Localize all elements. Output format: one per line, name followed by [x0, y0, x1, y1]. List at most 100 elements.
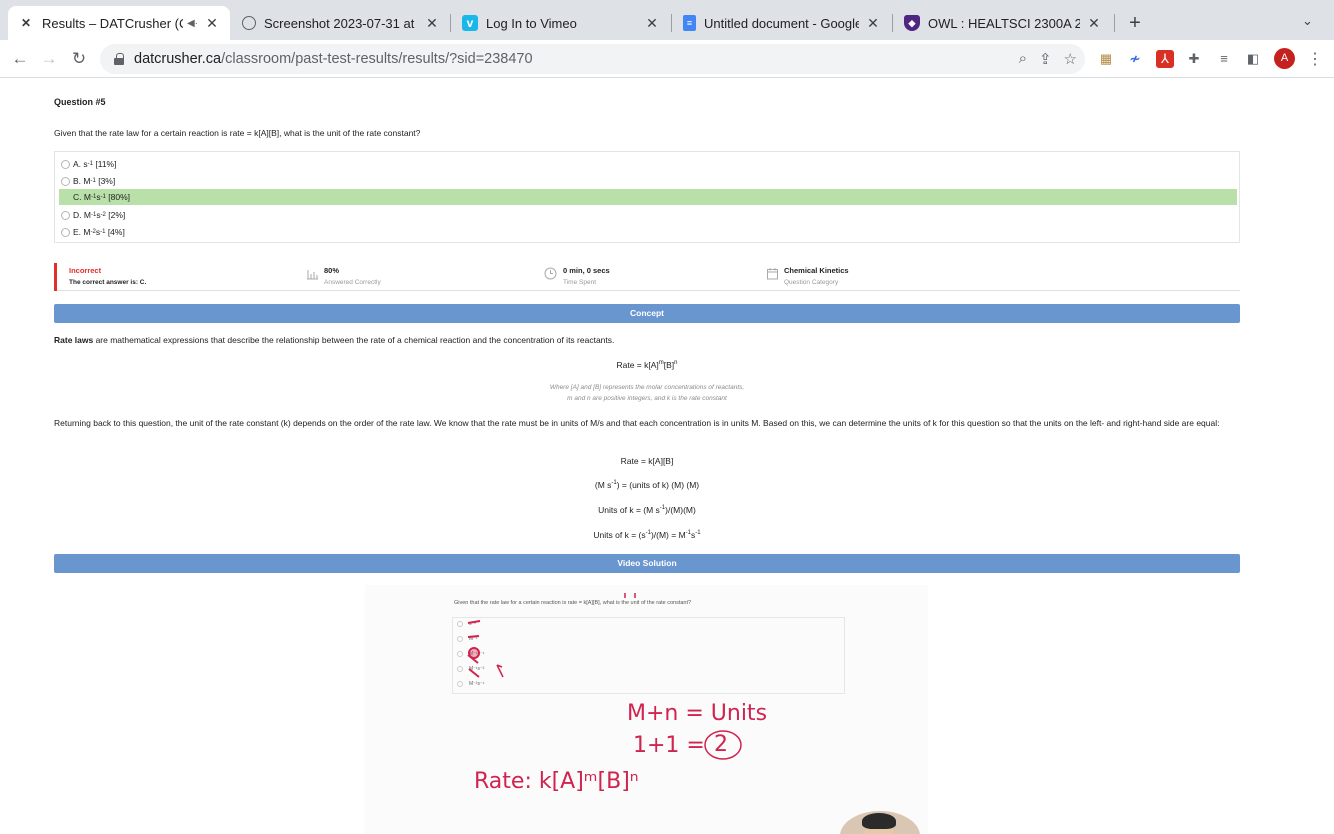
tab-owl[interactable]: ◆ OWL : HEALTSCI 2300A 200 S ✕ — [894, 6, 1112, 40]
url-domain: datcrusher.ca — [134, 51, 222, 67]
tab-search-chevron-icon[interactable]: ⌄ — [1302, 13, 1313, 29]
url-path: /classroom/past-test-results/results/?si… — [221, 51, 533, 67]
side-panel-icon[interactable]: ◧ — [1244, 50, 1262, 68]
option-letter: A. — [73, 159, 82, 169]
option-percent: [4%] — [107, 227, 125, 237]
tab-google-docs[interactable]: ≡ Untitled document - Google Do ✕ — [673, 6, 891, 40]
option-letter: B. — [73, 176, 82, 186]
radio-button[interactable] — [61, 159, 70, 169]
concept-banner: Concept — [54, 304, 1240, 323]
eq-exponent: n — [674, 360, 678, 367]
speaker-muted-icon[interactable]: ◀· — [187, 18, 198, 29]
eq-exponent: -1 — [695, 530, 701, 537]
tab-separator — [450, 14, 451, 32]
percent-label: Answered Correctly — [324, 279, 381, 286]
eq-text: Units of k = (s — [593, 530, 646, 540]
result-status: Incorrect — [69, 266, 102, 275]
eq-text: Rate = k[A] — [616, 360, 659, 370]
correct-answer-text: The correct answer is: C. — [69, 279, 147, 286]
option-unit: M — [83, 210, 91, 220]
option-unit: M — [83, 192, 91, 202]
option-a[interactable]: A. s -1 [11%] — [59, 156, 1237, 172]
handwriting-line-2: 1+1 = — [633, 733, 705, 758]
eq-text: ) = (units of k) (M) (M) — [616, 480, 700, 490]
video-solution-banner: Video Solution — [54, 554, 1240, 573]
time-spent: 0 min, 0 secs — [563, 266, 610, 275]
results-page: Question #5 Given that the rate law for … — [0, 79, 1334, 834]
tab-title: Log In to Vimeo — [486, 15, 577, 31]
question-category: Chemical Kinetics — [784, 266, 849, 275]
option-exponent: -2 — [100, 212, 106, 218]
browser-menu-icon[interactable]: ⋮ — [1307, 49, 1323, 69]
close-tab-icon[interactable]: ✕ — [865, 15, 881, 31]
close-tab-icon[interactable]: ✕ — [424, 15, 440, 31]
owl-shield-icon: ◆ — [904, 15, 920, 31]
waveform-extension-icon[interactable]: ≁ — [1126, 50, 1144, 68]
address-bar-actions: ⌕ ⇪ ☆ — [1019, 50, 1077, 68]
handwriting-line-1: M+n = Units — [627, 701, 768, 726]
radio-button[interactable] — [61, 227, 70, 237]
close-tab-icon[interactable]: ✕ — [1086, 15, 1102, 31]
profile-avatar[interactable]: A — [1274, 48, 1295, 69]
time-label: Time Spent — [563, 279, 596, 286]
option-letter: D. — [73, 210, 82, 220]
vimeo-icon: v — [462, 15, 478, 31]
extensions-puzzle-icon[interactable]: ✚ — [1185, 50, 1203, 68]
option-percent: [3%] — [98, 176, 116, 186]
handwriting-line-3: Rate: k[A]ᵐ[B]ⁿ — [474, 769, 639, 794]
eq-text: [B] — [663, 360, 675, 370]
tab-title: Untitled document - Google Do — [704, 15, 859, 31]
tab-screenshot[interactable]: Screenshot 2023-07-31 at 5.0 ✕ — [232, 6, 450, 40]
globe-icon — [242, 16, 256, 30]
tab-vimeo[interactable]: v Log In to Vimeo ✕ — [452, 6, 670, 40]
radio-button[interactable] — [61, 176, 70, 186]
tab-title: Screenshot 2023-07-31 at 5.0 — [264, 15, 418, 31]
browser-tab-bar: ✕ Results – DATCrusher (Can ◀· ✕ Screens… — [0, 0, 1334, 40]
option-percent: [80%] — [108, 192, 131, 202]
answer-options: A. s -1 [11%] B. M -1 [3%] C. M -1 s -1 [80%]… — [54, 151, 1240, 243]
close-tab-icon[interactable]: ✕ — [644, 15, 660, 31]
back-arrow-icon[interactable]: ← — [9, 48, 31, 70]
eq-text: (M s — [594, 480, 612, 490]
equation-3: Units of k = (M s-1)/(M)(M) — [54, 505, 1240, 515]
tab-title: OWL : HEALTSCI 2300A 200 S — [928, 15, 1080, 31]
equation-4: Units of k = (s-1)/(M) = M-1s-1 — [54, 530, 1240, 540]
option-e[interactable]: E. M -2 s -1 [4%] — [59, 224, 1237, 240]
lock-icon[interactable] — [114, 53, 124, 65]
option-c-correct[interactable]: C. M -1 s -1 [80%] — [59, 189, 1237, 205]
question-text: Given that the rate law for a certain re… — [54, 128, 421, 138]
video-player[interactable]: Given that the rate law for a certain re… — [365, 585, 928, 834]
equation-1: Rate = k[A][B] — [620, 456, 674, 466]
question-number: Question #5 — [54, 97, 106, 107]
category-stat: Chemical Kinetics Question Category — [784, 266, 849, 286]
new-tab-button[interactable]: + — [1124, 12, 1146, 34]
forward-arrow-icon[interactable]: → — [38, 48, 60, 70]
bookmark-star-icon[interactable]: ☆ — [1064, 50, 1077, 68]
address-bar[interactable]: datcrusher.ca/classroom/past-test-result… — [100, 44, 1085, 74]
tab-datcrusher-results[interactable]: ✕ Results – DATCrusher (Can ◀· ✕ — [8, 6, 230, 40]
close-tab-icon[interactable]: ✕ — [204, 15, 220, 31]
tab-title: Results – DATCrusher (Can — [42, 15, 183, 31]
handwriting-circled-answer: 2 — [714, 732, 728, 757]
equation-note-line-1: Where [A] and [B] represents the molar c… — [549, 384, 745, 391]
incorrect-indicator — [54, 263, 57, 291]
zoom-icon[interactable]: ⌕ — [1019, 50, 1027, 68]
tab-separator — [1114, 14, 1115, 32]
percent-stat: 80% Answered Correctly — [324, 266, 381, 286]
radio-button[interactable] — [61, 210, 70, 220]
option-b[interactable]: B. M -1 [3%] — [59, 173, 1237, 189]
explanation-text: Returning back to this question, the uni… — [54, 418, 1220, 428]
option-exponent: -1 — [100, 194, 106, 200]
reload-icon[interactable]: ↻ — [68, 48, 90, 70]
calculator-extension-icon[interactable]: ▦ — [1097, 50, 1115, 68]
pdf-extension-icon[interactable]: ⅄ — [1156, 50, 1174, 68]
general-rate-law: Rate = k[A]m[B]n — [54, 360, 1240, 370]
category-label: Question Category — [784, 279, 839, 286]
result-stat: Incorrect The correct answer is: C. — [69, 266, 146, 286]
option-d[interactable]: D. M -1 s -2 [2%] — [59, 207, 1237, 223]
concept-term: Rate laws — [54, 335, 94, 345]
option-unit: M — [83, 227, 91, 237]
share-icon[interactable]: ⇪ — [1039, 50, 1052, 68]
reading-list-icon[interactable]: ≡ — [1215, 50, 1233, 68]
eq-text: Units of k = (M s — [598, 505, 660, 515]
